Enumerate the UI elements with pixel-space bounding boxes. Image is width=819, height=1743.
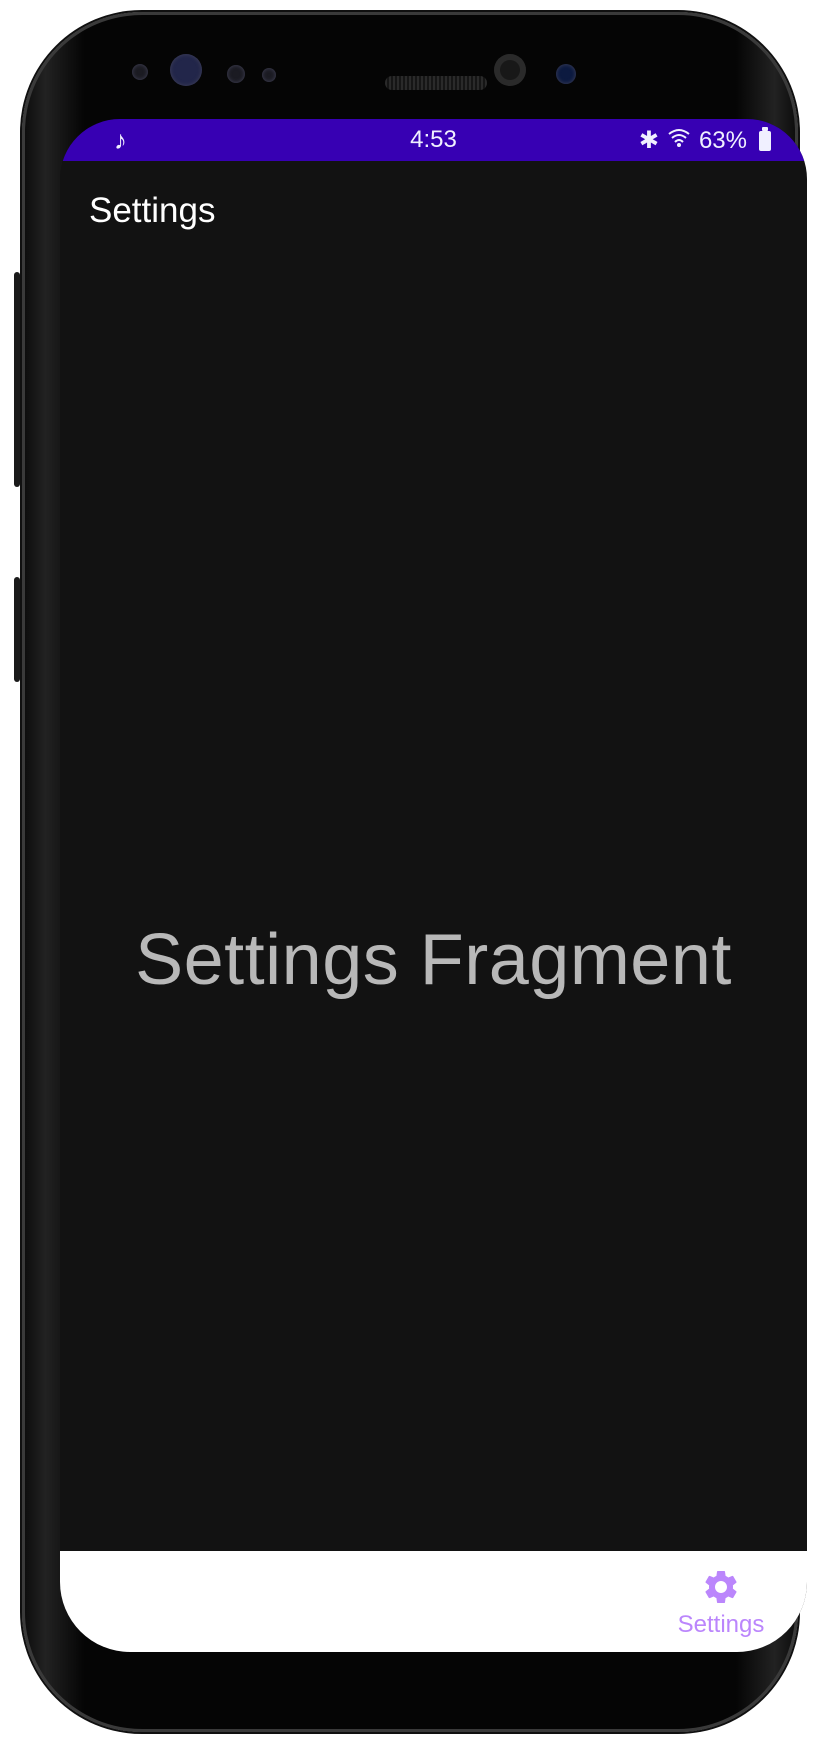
battery-percent: 63% xyxy=(698,126,747,154)
fragment-message: Settings Fragment xyxy=(135,920,732,1000)
phone-frame: ♪ 4:53 ✱ 63% Settings Settings Fragment xyxy=(14,12,807,1732)
nav-item-settings[interactable]: Settings xyxy=(671,1567,771,1639)
screen: ♪ 4:53 ✱ 63% Settings Settings Fragment xyxy=(60,119,807,1652)
earpiece-speaker xyxy=(385,76,487,90)
bottom-navigation: Settings xyxy=(60,1551,807,1652)
iris-scanner-icon xyxy=(170,54,202,86)
front-camera-icon xyxy=(494,54,526,86)
volume-down-button xyxy=(14,577,20,682)
sensor-icon xyxy=(227,65,245,83)
proximity-sensor-icon xyxy=(132,64,148,80)
page-title: Settings xyxy=(89,191,216,230)
gear-icon xyxy=(671,1567,771,1607)
camera-sensor-icon xyxy=(556,64,576,84)
bluetooth-icon: ✱ xyxy=(638,127,659,154)
status-icons: ✱ 63% xyxy=(639,126,771,155)
status-bar: ♪ 4:53 ✱ 63% xyxy=(60,119,807,161)
sensor-icon xyxy=(262,68,276,82)
volume-up-button xyxy=(14,272,20,487)
nav-item-label: Settings xyxy=(677,1611,765,1638)
wifi-icon xyxy=(667,126,691,155)
battery-icon xyxy=(759,126,771,151)
